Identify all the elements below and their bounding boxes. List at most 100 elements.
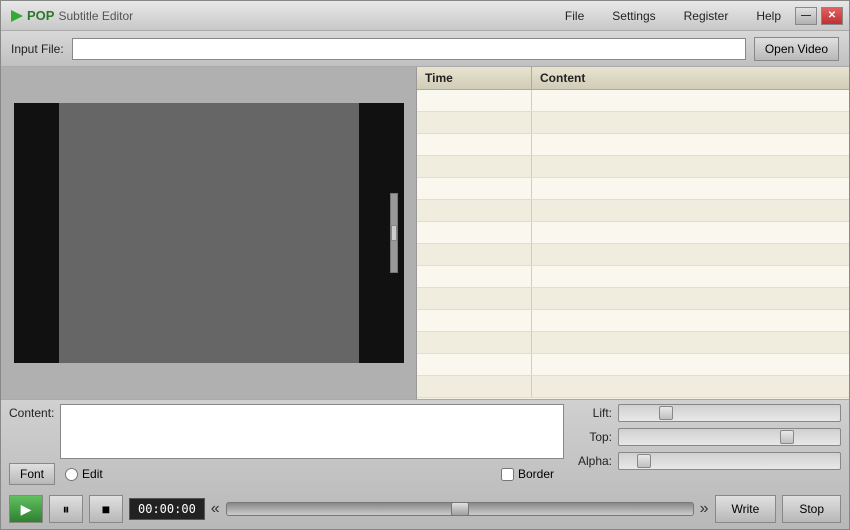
top-label: Top:	[572, 430, 612, 444]
stop-icon: ■	[102, 501, 110, 517]
subtitle-editor-label: Subtitle Editor	[58, 9, 133, 23]
td-content	[532, 156, 849, 177]
alpha-slider-row: Alpha:	[572, 452, 841, 470]
table-row[interactable]	[417, 222, 849, 244]
video-gray-center	[59, 103, 359, 363]
minimize-button[interactable]: —	[795, 7, 817, 25]
table-row[interactable]	[417, 200, 849, 222]
edit-radio-group: Edit	[65, 467, 103, 481]
play-button[interactable]: ▶	[9, 495, 43, 523]
td-time	[417, 222, 532, 243]
seek-bar[interactable]	[226, 502, 694, 516]
bottom-area: Content: Font Edit Border	[1, 399, 849, 529]
transport-stop-button[interactable]: Stop	[782, 495, 841, 523]
seek-next-icon[interactable]: »	[700, 500, 709, 518]
close-button[interactable]: ✕	[821, 7, 843, 25]
td-time	[417, 200, 532, 221]
col-content: Content	[532, 67, 849, 89]
lift-slider[interactable]	[618, 404, 841, 422]
td-time	[417, 134, 532, 155]
lift-label: Lift:	[572, 406, 612, 420]
top-thumb	[780, 430, 794, 444]
main-content: Time Content	[1, 67, 849, 399]
table-row[interactable]	[417, 90, 849, 112]
table-header: Time Content	[417, 67, 849, 90]
alpha-slider[interactable]	[618, 452, 841, 470]
inputfile-label: Input File:	[11, 42, 64, 56]
border-checkbox[interactable]	[501, 468, 514, 481]
video-panel	[1, 67, 416, 399]
td-time	[417, 288, 532, 309]
menu-register[interactable]: Register	[680, 7, 733, 25]
td-time	[417, 376, 532, 397]
td-content	[532, 332, 849, 353]
content-label: Content:	[9, 406, 54, 420]
td-content	[532, 200, 849, 221]
transport-row: ▶ ⏸ ■ 00:00:00 « » Write Stop	[9, 491, 841, 527]
menu-help[interactable]: Help	[752, 7, 785, 25]
menu-settings[interactable]: Settings	[608, 7, 659, 25]
content-textarea[interactable]	[60, 404, 564, 459]
td-content	[532, 112, 849, 133]
window-controls: — ✕	[795, 7, 843, 25]
alpha-thumb	[637, 454, 651, 468]
td-time	[417, 266, 532, 287]
table-row[interactable]	[417, 244, 849, 266]
td-content	[532, 288, 849, 309]
write-button[interactable]: Write	[715, 495, 777, 523]
stop-button[interactable]: ■	[89, 495, 123, 523]
titlebar: POP Subtitle Editor File Settings Regist…	[1, 1, 849, 31]
menu-file[interactable]: File	[561, 7, 588, 25]
td-content	[532, 90, 849, 111]
td-content	[532, 222, 849, 243]
top-slider[interactable]	[618, 428, 841, 446]
td-time	[417, 332, 532, 353]
table-row[interactable]	[417, 354, 849, 376]
td-content	[532, 134, 849, 155]
table-row[interactable]	[417, 266, 849, 288]
table-row[interactable]	[417, 376, 849, 398]
video-scrollbar[interactable]	[390, 193, 398, 273]
inputfile-field[interactable]	[72, 38, 746, 60]
pause-button[interactable]: ⏸	[49, 495, 83, 523]
app-window: POP Subtitle Editor File Settings Regist…	[0, 0, 850, 530]
table-row[interactable]	[417, 112, 849, 134]
table-row[interactable]	[417, 134, 849, 156]
table-row[interactable]	[417, 178, 849, 200]
time-display: 00:00:00	[129, 498, 205, 520]
td-time	[417, 310, 532, 331]
table-row[interactable]	[417, 310, 849, 332]
app-icon	[7, 6, 27, 26]
app-logo	[7, 6, 27, 26]
edit-radio[interactable]	[65, 468, 78, 481]
table-rows	[417, 90, 849, 399]
seek-prev-icon[interactable]: «	[211, 500, 220, 518]
top-slider-row: Top:	[572, 428, 841, 446]
pop-label: POP	[27, 8, 54, 23]
td-content	[532, 266, 849, 287]
subtitle-table: Time Content	[416, 67, 849, 399]
alpha-label: Alpha:	[572, 454, 612, 468]
open-video-button[interactable]: Open Video	[754, 37, 839, 61]
pause-icon: ⏸	[63, 501, 70, 518]
menubar: File Settings Register Help	[561, 7, 785, 25]
font-button[interactable]: Font	[9, 463, 55, 485]
scrollbar-thumb	[391, 225, 397, 241]
table-row[interactable]	[417, 332, 849, 354]
border-label: Border	[518, 467, 554, 481]
seek-thumb	[451, 502, 469, 516]
td-content	[532, 354, 849, 375]
table-row[interactable]	[417, 156, 849, 178]
td-time	[417, 90, 532, 111]
td-content	[532, 376, 849, 397]
edit-label: Edit	[82, 467, 103, 481]
td-content	[532, 310, 849, 331]
video-black-left	[14, 103, 59, 363]
td-time	[417, 112, 532, 133]
table-row[interactable]	[417, 288, 849, 310]
td-time	[417, 156, 532, 177]
td-time	[417, 244, 532, 265]
play-icon: ▶	[21, 501, 32, 518]
td-content	[532, 244, 849, 265]
lift-thumb	[659, 406, 673, 420]
